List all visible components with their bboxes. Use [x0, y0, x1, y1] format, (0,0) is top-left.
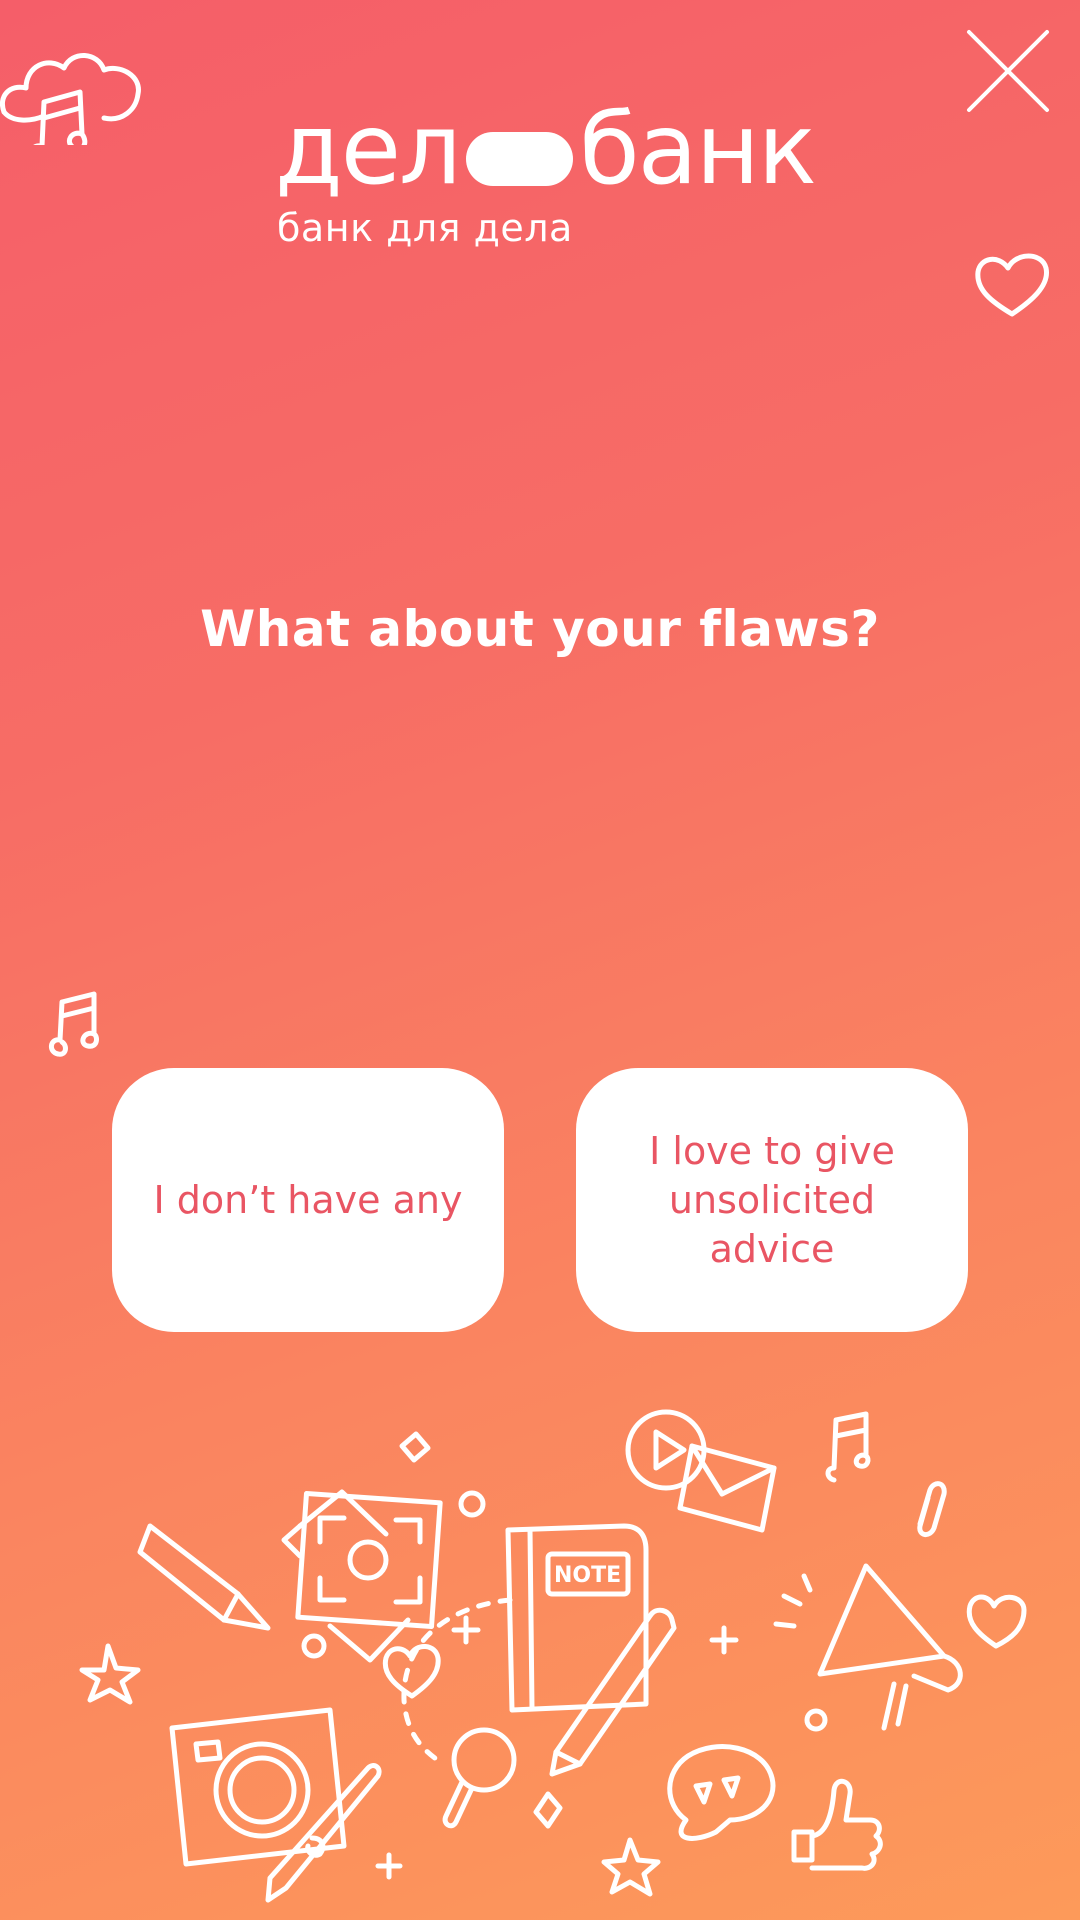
speech-bubble-icon — [667, 1744, 776, 1841]
close-button[interactable] — [965, 28, 1051, 114]
paperclip-icon — [917, 1481, 947, 1537]
star-icon — [79, 1643, 141, 1705]
heart-icon — [975, 253, 1049, 317]
story-screen: дел банк банк для дела What about your f… — [0, 0, 1080, 1920]
cloud-music-icon — [0, 53, 141, 145]
diamond-shape — [399, 1431, 431, 1463]
answer-button-unsolicited-advice[interactable]: I love to give unsolicited advice — [576, 1068, 968, 1332]
logo-tagline: банк для дела — [277, 206, 573, 250]
megaphone-icon — [773, 1563, 963, 1731]
thumbs-up-icon — [791, 1778, 883, 1871]
answer-label: I don’t have any — [153, 1177, 463, 1222]
heart-icon — [382, 1644, 441, 1699]
pencil-icon — [137, 1523, 271, 1631]
delobank-logo: дел банк банк для дела — [275, 93, 817, 250]
music-note-icon — [825, 1411, 871, 1483]
question-title: What about your flaws? — [200, 600, 880, 658]
logo-wordmark: дел банк — [275, 93, 817, 207]
answer-button-no-flaws[interactable]: I don’t have any — [112, 1068, 504, 1332]
answer-label: I love to give unsolicited advice — [649, 1128, 895, 1271]
envelope-icon — [677, 1443, 777, 1533]
magnifier-icon — [442, 1727, 517, 1829]
camera-icon — [169, 1707, 347, 1867]
logo-pill-shape — [465, 132, 574, 186]
svg-text:NOTE: NOTE — [554, 1563, 621, 1588]
dot-shape — [458, 1490, 486, 1518]
logo-wordmark-left: дел — [275, 93, 462, 207]
photo-frame-icon — [281, 1489, 443, 1663]
logo-wordmark-right: банк — [579, 93, 817, 207]
doodle-illustration: NOTE — [79, 1409, 1027, 1903]
close-icon — [967, 30, 1049, 112]
star-icon — [601, 1837, 661, 1897]
pencil-icon — [549, 1607, 677, 1777]
music-note-icon — [49, 991, 99, 1057]
notebook-icon: NOTE — [505, 1523, 649, 1713]
heart-icon — [966, 1594, 1027, 1649]
